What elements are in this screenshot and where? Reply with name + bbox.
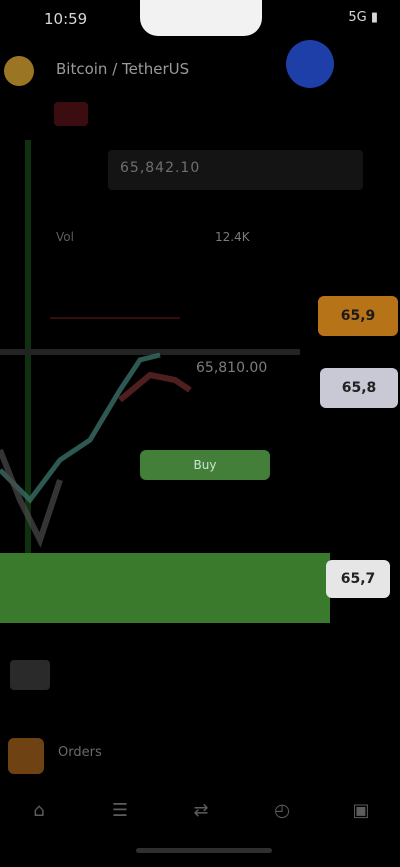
futures-icon: ◴	[274, 799, 290, 821]
orders-label[interactable]: Orders	[58, 745, 102, 760]
price-line-teal	[0, 352, 161, 504]
chart-tool-button[interactable]	[10, 660, 50, 690]
orders-icon[interactable]	[8, 738, 44, 774]
orange-price-tag[interactable]: 65,9	[318, 296, 398, 336]
price-input-value: 65,842.10	[120, 160, 201, 176]
volume-label: Vol	[56, 230, 74, 244]
white-price-tag[interactable]: 65,7	[326, 560, 390, 598]
wallet-icon: ▣	[352, 799, 370, 821]
tab-futures[interactable]: ◴	[257, 790, 307, 830]
volume-value: 12.4K	[215, 230, 250, 244]
markets-icon: ☰	[111, 799, 129, 821]
trade-icon: ⇄	[193, 799, 209, 821]
camera-notch	[140, 0, 262, 36]
home-indicator[interactable]	[136, 848, 272, 853]
buy-pill[interactable]: Buy	[140, 450, 270, 480]
home-icon: ⌂	[33, 799, 45, 821]
grey-price-tag[interactable]: 65,8	[320, 368, 398, 408]
coin-icon[interactable]	[4, 56, 34, 86]
overlay-price-label: 65,810.00	[196, 360, 268, 376]
tab-markets[interactable]: ☰	[95, 790, 145, 830]
green-volume-band	[0, 553, 330, 623]
price-input[interactable]: 65,842.10	[108, 150, 363, 190]
tab-wallet[interactable]: ▣	[336, 790, 386, 830]
status-indicators: 5G ▮	[348, 10, 378, 25]
status-time: 10:59	[44, 10, 88, 28]
profile-avatar[interactable]	[286, 40, 334, 88]
change-badge	[54, 102, 88, 126]
asset-title[interactable]: Bitcoin / TetherUS	[56, 60, 189, 78]
tab-trade[interactable]: ⇄	[176, 790, 226, 830]
tab-home[interactable]: ⌂	[14, 790, 64, 830]
